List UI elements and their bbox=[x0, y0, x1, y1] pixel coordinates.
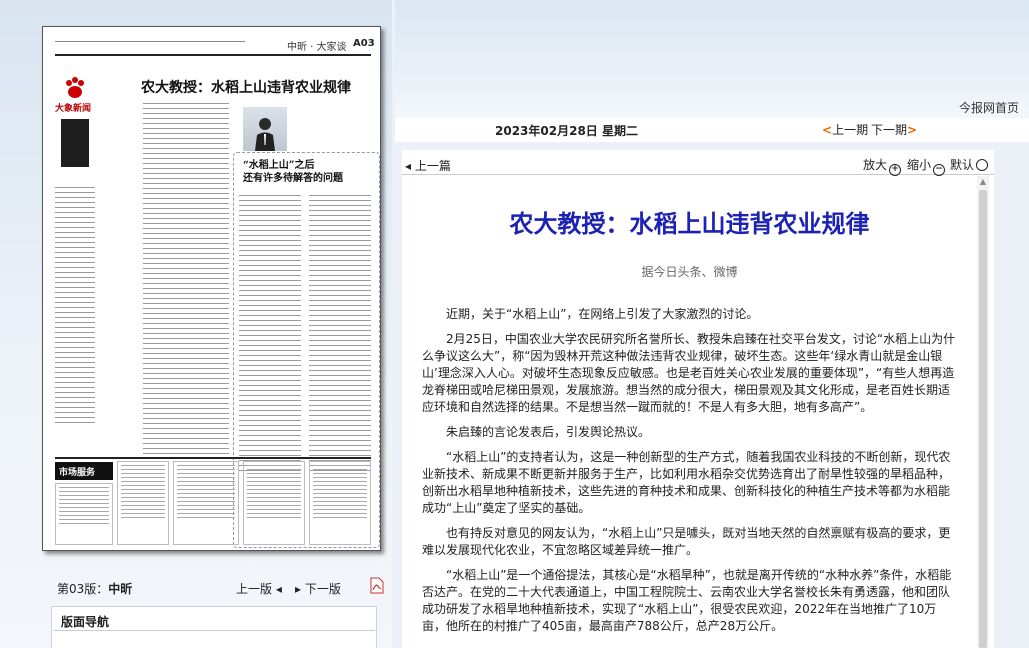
caret-left-icon: ◂ bbox=[275, 582, 282, 596]
circle-icon bbox=[976, 159, 989, 171]
edition-page-prefix: 第03版： bbox=[57, 582, 109, 596]
ad-block bbox=[173, 461, 239, 545]
ad-block bbox=[309, 461, 371, 545]
header-divider bbox=[55, 54, 371, 56]
article-source: 据今日头条、微博 bbox=[641, 265, 738, 279]
header-rule bbox=[55, 41, 245, 42]
prev-article-link[interactable]: ◂ 上一篇 bbox=[405, 157, 451, 174]
article-paragraph: 朱启臻的言论发表后，引发舆论热议。 bbox=[446, 425, 651, 439]
zoom-out-button[interactable]: 缩小 − bbox=[907, 156, 946, 176]
zoom-in-button[interactable]: 放大 + bbox=[863, 156, 902, 176]
toolbar-divider bbox=[402, 174, 994, 175]
scroll-up-icon[interactable]: ▲ bbox=[977, 176, 989, 188]
caret-left-icon: ◂ bbox=[405, 159, 412, 173]
author-photo bbox=[243, 107, 287, 151]
article-paragraph: 也有持反对意见的网友认为，“水稻上山”只是噱头，既对当地天然的自然禀赋有极高的要… bbox=[422, 526, 951, 557]
article-paragraph: “水稻上山”是一个通俗提法，其核心是“水稻旱种”，也就是离开传统的“水种水养”条… bbox=[422, 568, 952, 633]
person-icon bbox=[255, 118, 275, 151]
prev-article-label: 上一篇 bbox=[414, 159, 451, 173]
caret-right-icon: ▸ bbox=[295, 582, 302, 596]
header-banner bbox=[395, 0, 1029, 118]
ad-block bbox=[55, 483, 113, 545]
caret-left-icon: < bbox=[822, 123, 833, 137]
paper-headline: 农大教授：水稻上山违背农业规律 bbox=[141, 80, 351, 96]
paper-header-name: 中昕 · 大家谈 bbox=[287, 42, 347, 53]
prev-edition-link[interactable]: 上一版 ◂ bbox=[236, 580, 282, 597]
divider bbox=[53, 630, 375, 631]
market-service-badge: 市场服务 bbox=[55, 462, 113, 480]
sidebar-title: “水稻上山”之后 还有许多待解答的问题 bbox=[243, 159, 343, 185]
text-column-4 bbox=[309, 195, 371, 475]
prev-edition-label: 上一版 bbox=[236, 582, 273, 596]
paw-logo-icon bbox=[66, 77, 84, 98]
edition-page-name: 中昕 bbox=[108, 582, 133, 596]
zoom-default-button[interactable]: 默认 bbox=[950, 156, 989, 173]
next-edition-link[interactable]: ▸ 下一版 bbox=[295, 580, 341, 597]
scrollbar-thumb[interactable] bbox=[979, 190, 987, 648]
text-column-3 bbox=[239, 195, 301, 475]
logo-text: 大象新闻 bbox=[55, 104, 92, 114]
zoom-in-label: 放大 bbox=[863, 158, 888, 172]
sidebar-title-line-1: “水稻上山”之后 bbox=[243, 160, 315, 171]
article-paragraph: “水稻上山”的支持者认为，这是一种创新型的生产方式，随着我国农业科技的不断创新，… bbox=[422, 450, 951, 515]
caret-right-icon: > bbox=[907, 123, 918, 137]
article-paragraph: 2月25日，中国农业大学农民研究所名誉所长、教授朱启臻在社交平台发文，讨论“水稻… bbox=[422, 332, 956, 414]
article-paragraph: 近期，关于“水稻上山”，在网络上引发了大家激烈的讨论。 bbox=[446, 307, 759, 321]
page-navigation-title: 版面导航 bbox=[61, 615, 110, 629]
edition-page-label: 第03版：中昕 bbox=[57, 580, 132, 597]
prev-issue-link[interactable]: <上一期 bbox=[822, 121, 868, 138]
ad-block bbox=[117, 461, 169, 545]
calligraphy-logo bbox=[61, 119, 89, 167]
article-body: 近期，关于“水稻上山”，在网络上引发了大家激烈的讨论。 2月25日，中国农业大学… bbox=[422, 306, 956, 643]
next-issue-label: 下一期 bbox=[871, 123, 908, 137]
date-bar bbox=[395, 118, 1029, 142]
zoom-default-label: 默认 bbox=[950, 158, 975, 172]
sidebar-title-line-2: 还有许多待解答的问题 bbox=[243, 173, 343, 184]
ad-block bbox=[243, 461, 305, 545]
next-issue-link[interactable]: 下一期> bbox=[871, 121, 917, 138]
plus-circle-icon: + bbox=[889, 164, 902, 176]
paper-header-page: A03 bbox=[353, 38, 375, 49]
pdf-icon[interactable] bbox=[370, 577, 384, 594]
text-column-1 bbox=[55, 187, 95, 427]
text-column-2 bbox=[143, 103, 229, 463]
article-title: 农大教授：水稻上山违背农业规律 bbox=[509, 210, 870, 238]
home-link[interactable]: 今报网首页 bbox=[959, 99, 1019, 116]
next-edition-label: 下一版 bbox=[304, 582, 341, 596]
issue-date: 2023年02月28日 星期二 bbox=[495, 124, 638, 138]
minus-circle-icon: − bbox=[933, 164, 946, 176]
zoom-out-label: 缩小 bbox=[907, 158, 932, 172]
prev-issue-label: 上一期 bbox=[832, 123, 869, 137]
newspaper-page-thumbnail[interactable]: 中昕 · 大家谈 A03 大象新闻 农大教授：水稻上山违背农业规律 “水稻上山”… bbox=[42, 26, 381, 551]
